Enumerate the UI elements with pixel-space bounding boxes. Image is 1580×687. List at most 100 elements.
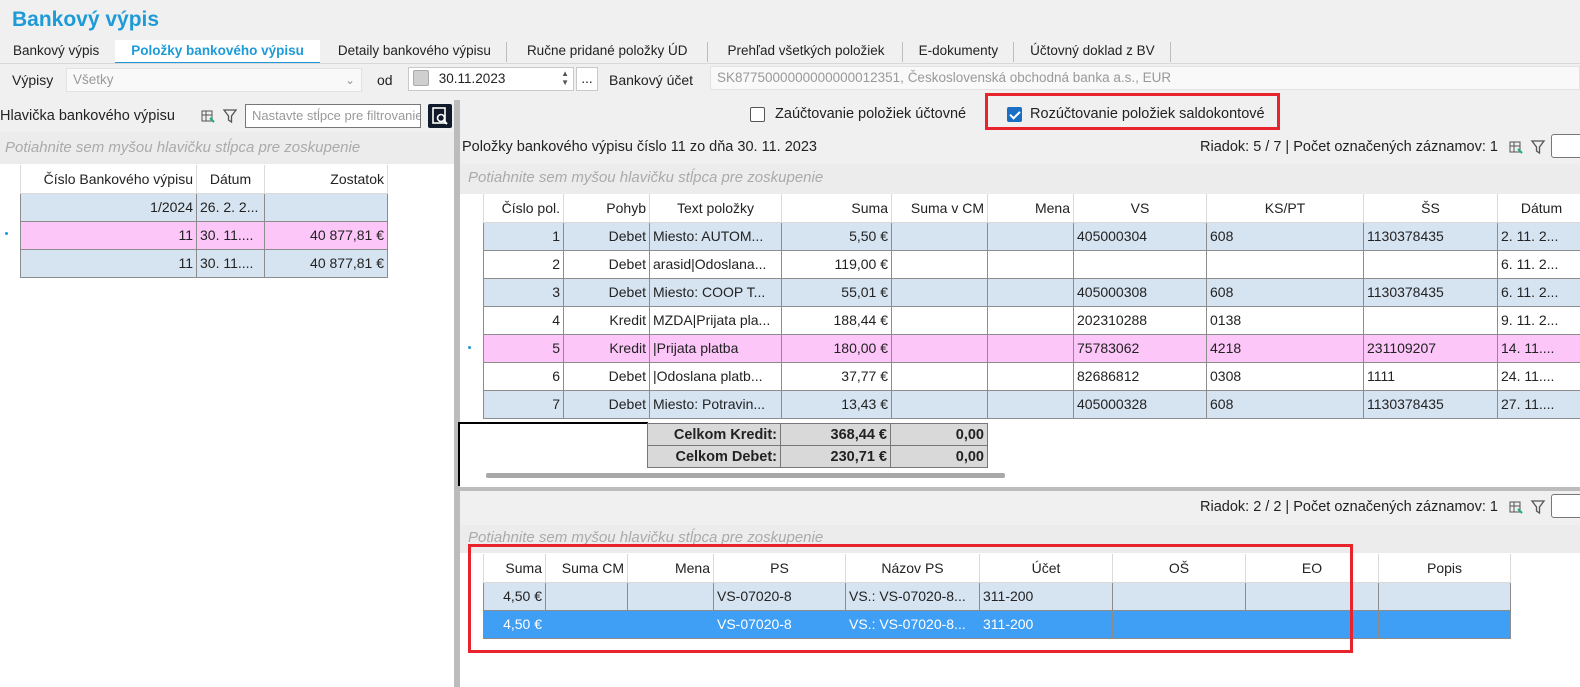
cell [891, 305, 988, 335]
cell: Debet [563, 277, 650, 307]
cell: 2 [483, 249, 564, 279]
current-row-indicator [468, 346, 471, 349]
detail-status: Riadok: 2 / 2 | Počet označených záznamo… [1200, 499, 1498, 515]
date-enable-checkbox[interactable] [413, 69, 429, 86]
table-row[interactable]: 1/2024 26. 2. 2... [20, 192, 388, 222]
current-row-indicator [5, 232, 8, 235]
left-grid: Číslo Bankového výpisu Dátum Zostatok 1/… [20, 165, 388, 278]
tab-e-dokumenty[interactable]: E-dokumenty [903, 40, 1015, 64]
col-suma[interactable]: Suma [781, 194, 892, 223]
col-ss[interactable]: ŠS [1363, 194, 1498, 223]
cell: 5,50 € [781, 221, 892, 251]
filter-icon[interactable] [1530, 499, 1546, 515]
total-debet-label: Celkom Debet: [647, 445, 781, 468]
tab-bankovy-vypis[interactable]: Bankový výpis [0, 40, 115, 64]
od-label: od [377, 72, 393, 88]
total-kredit-cm: 0,00 [890, 423, 988, 446]
window-title: Bankový výpis [12, 8, 160, 31]
vypisy-select[interactable]: Všetky ⌄ [66, 68, 362, 92]
items-grid: Číslo pol. Pohyb Text položky Suma Suma … [483, 194, 1580, 419]
items-filter-input[interactable] [1551, 134, 1580, 158]
cell [891, 361, 988, 391]
totals-table: Celkom Kredit: 368,44 € 0,00 Celkom Debe… [647, 423, 988, 468]
tab-detaily-bankoveho-vypisu[interactable]: Detaily bankového výpisu [320, 40, 508, 64]
table-row[interactable]: 2 Debet arasid|Odoslana... 119,00 € 6. 11. 2… [483, 249, 1580, 279]
detail-filter-input[interactable] [1551, 494, 1580, 518]
cell [987, 389, 1074, 419]
cell: 3 [483, 277, 564, 307]
chevron-down-icon: ⌄ [344, 73, 355, 87]
table-row[interactable]: 11 30. 11.... 40 877,81 € [20, 220, 388, 250]
col-text-polozky[interactable]: Text položky [649, 194, 782, 223]
table-row[interactable]: 6 Debet |Odoslana platb... 37,77 € 82686812 0… [483, 361, 1580, 391]
cell: 202310288 [1073, 305, 1207, 335]
search-button[interactable] [428, 104, 452, 128]
cell: 24. 11.... [1497, 361, 1580, 391]
total-kredit-label: Celkom Kredit: [647, 423, 781, 446]
table-row[interactable]: 4 Kredit MZDA|Prijata pla... 188,44 € 202310… [483, 305, 1580, 335]
zauctovanie-option[interactable]: Zaúčtovanie položiek účtovné [750, 106, 966, 122]
spin-updown-icon[interactable]: ▲ ▼ [561, 69, 569, 87]
date-field[interactable]: 30.11.2023 ▲ ▼ [408, 67, 574, 91]
highlight-box-detail [468, 544, 1353, 653]
cell: 6. 11. 2... [1497, 249, 1580, 279]
cell: 75783062 [1073, 333, 1207, 363]
tab-uctovny-doklad-z-bv[interactable]: Účtovný doklad z BV [1014, 40, 1171, 64]
cell [987, 221, 1074, 251]
col-ks-pt[interactable]: KS/PT [1206, 194, 1364, 223]
filter-icon[interactable] [222, 108, 238, 124]
table-row[interactable]: 3 Debet Miesto: COOP T... 55,01 €405000308 6… [483, 277, 1580, 307]
col-cislo-pol[interactable]: Číslo pol. [483, 194, 564, 223]
table-row[interactable]: 5 Kredit |Prijata platba 180,00 € 75783062 42… [483, 333, 1580, 363]
table-row[interactable]: 7 Debet Miesto: Potravin... 13,43 € 40500032… [483, 389, 1580, 419]
cell [891, 221, 988, 251]
cell: 40 877,81 € [264, 220, 388, 250]
left-header-title: Hlavička bankového výpisu [0, 108, 175, 124]
cell: Kredit [563, 305, 650, 335]
date-picker-button[interactable]: ... [576, 67, 598, 91]
column-chooser-icon[interactable] [1508, 139, 1524, 155]
cell: 14. 11.... [1497, 333, 1580, 363]
cell: 1130378435 [1363, 277, 1498, 307]
cell [987, 305, 1074, 335]
total-debet-suma: 230,71 € [780, 445, 891, 468]
cell: Debet [563, 361, 650, 391]
tab-bar: Bankový výpis Položky bankového výpisu D… [0, 38, 1580, 64]
items-group-hint: Potiahnite sem myšou hlavičku stĺpca pre… [468, 169, 824, 186]
left-col-zostatok[interactable]: Zostatok [264, 165, 388, 194]
cell: 1130378435 [1363, 389, 1498, 419]
tab-rucne-pridane-polozky[interactable]: Ručne pridané položky ÚD [507, 40, 708, 64]
col-pohyb[interactable]: Pohyb [563, 194, 650, 223]
cell: 405000308 [1073, 277, 1207, 307]
cell: 6 [483, 361, 564, 391]
column-chooser-icon[interactable] [1508, 499, 1524, 515]
horizontal-scrollbar[interactable] [486, 473, 1005, 478]
col-mena[interactable]: Mena [987, 194, 1074, 223]
col-datum[interactable]: Dátum [1497, 194, 1580, 223]
cell: 4 [483, 305, 564, 335]
cell: 180,00 € [781, 333, 892, 363]
column-filter-input[interactable]: Nastavte stĺpce pre filtrovanie [245, 104, 421, 128]
table-row[interactable]: 1 Debet Miesto: AUTOM... 5,50 € 405000304 608… [483, 221, 1580, 251]
cell: 55,01 € [781, 277, 892, 307]
cell [1073, 249, 1207, 279]
cell: Miesto: Potravin... [649, 389, 782, 419]
bankovy-ucet-field[interactable]: SK8775000000000000012351, Československá… [710, 66, 1580, 90]
col-vs[interactable]: VS [1073, 194, 1207, 223]
column-chooser-icon[interactable] [200, 108, 216, 124]
tab-prehlad-vsetkych-poloziek[interactable]: Prehľad všetkých položiek [708, 40, 903, 64]
cell [987, 277, 1074, 307]
left-col-datum[interactable]: Dátum [196, 165, 265, 194]
bankovy-ucet-label: Bankový účet [609, 72, 694, 88]
col-popis[interactable]: Popis [1378, 554, 1511, 583]
tab-polozky-bankoveho-vypisu[interactable]: Položky bankového výpisu [115, 40, 320, 64]
cell: 1111 [1363, 361, 1498, 391]
zauctovanie-checkbox[interactable] [750, 106, 765, 122]
table-row[interactable]: 11 30. 11.... 40 877,81 € [20, 248, 388, 278]
cell: 26. 2. 2... [196, 192, 265, 222]
cell: 27. 11.... [1497, 389, 1580, 419]
filter-icon[interactable] [1530, 139, 1546, 155]
cell: Kredit [563, 333, 650, 363]
col-suma-v-cm[interactable]: Suma v CM [891, 194, 988, 223]
left-col-cislo[interactable]: Číslo Bankového výpisu [20, 165, 197, 194]
